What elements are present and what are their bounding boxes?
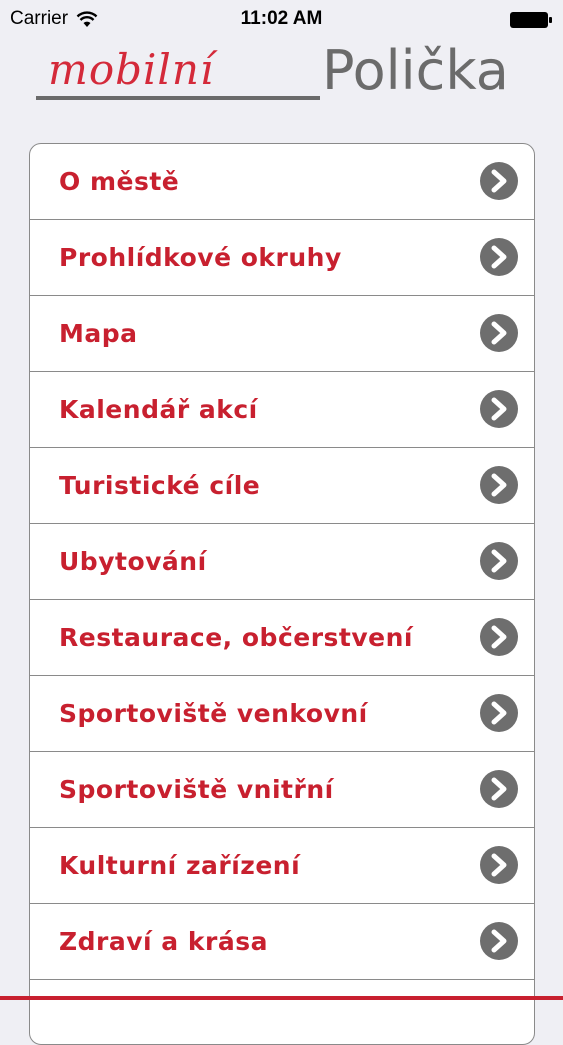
logo-script-text: mobilní	[48, 45, 215, 94]
main-menu: O městě Prohlídkové okruhy Mapa Kalendář…	[29, 143, 535, 1045]
logo-underline	[36, 96, 320, 100]
menu-item-mapa[interactable]: Mapa	[30, 296, 534, 372]
chevron-right-icon	[480, 390, 518, 428]
chevron-right-icon	[480, 846, 518, 884]
menu-item-label: Restaurace, občerstvení	[59, 623, 414, 652]
menu-item-sportoviste-venkovni[interactable]: Sportoviště venkovní	[30, 676, 534, 752]
chevron-right-icon	[480, 542, 518, 580]
menu-item-turisticke-cile[interactable]: Turistické cíle	[30, 448, 534, 524]
menu-item-label: Kalendář akcí	[59, 395, 258, 424]
status-bar: Carrier 11:02 AM	[0, 0, 563, 40]
menu-item-sportoviste-vnitrni[interactable]: Sportoviště vnitřní	[30, 752, 534, 828]
bottom-accent-bar	[0, 996, 563, 1000]
menu-item-label: Mapa	[59, 319, 138, 348]
chevron-right-icon	[480, 618, 518, 656]
menu-item-kulturni-zarizeni[interactable]: Kulturní zařízení	[30, 828, 534, 904]
menu-item-label: Turistické cíle	[59, 471, 261, 500]
menu-item-label: Zdraví a krása	[59, 927, 268, 956]
chevron-right-icon	[480, 694, 518, 732]
app-header: mobilní Polička	[0, 40, 563, 120]
chevron-right-icon	[480, 314, 518, 352]
status-time: 11:02 AM	[240, 8, 323, 29]
logo-town-text: Polička	[322, 39, 509, 102]
menu-item-label: O městě	[59, 167, 180, 196]
chevron-right-icon	[480, 922, 518, 960]
chevron-right-icon	[480, 770, 518, 808]
menu-item-ubytovani[interactable]: Ubytování	[30, 524, 534, 600]
chevron-right-icon	[480, 162, 518, 200]
menu-item-label: Ubytování	[59, 547, 207, 576]
menu-item-label: Sportoviště venkovní	[59, 699, 368, 728]
menu-item-o-meste[interactable]: O městě	[30, 144, 534, 220]
menu-item-prohlidkove-okruhy[interactable]: Prohlídkové okruhy	[30, 220, 534, 296]
menu-item-label: Sportoviště vnitřní	[59, 775, 334, 804]
menu-item-label: Kulturní zařízení	[59, 851, 301, 880]
menu-item-restaurace[interactable]: Restaurace, občerstvení	[30, 600, 534, 676]
chevron-right-icon	[480, 238, 518, 276]
battery-icon	[510, 12, 552, 28]
menu-item-kalendar-akci[interactable]: Kalendář akcí	[30, 372, 534, 448]
chevron-right-icon	[480, 466, 518, 504]
menu-item-zdravi-a-krasa[interactable]: Zdraví a krása	[30, 904, 534, 980]
menu-item-label: Prohlídkové okruhy	[59, 243, 342, 272]
